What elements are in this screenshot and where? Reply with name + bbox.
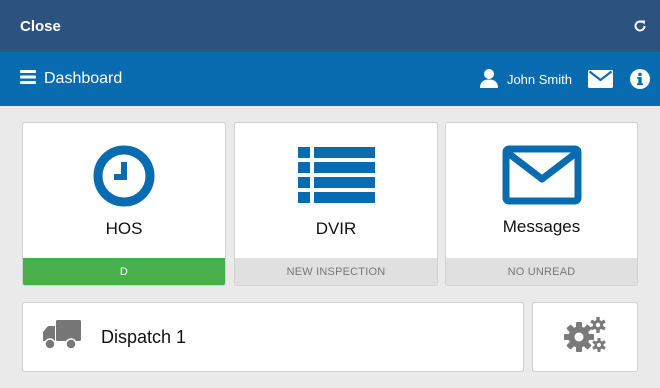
dispatch-label: Dispatch 1 xyxy=(101,326,187,347)
envelope-icon xyxy=(446,145,637,205)
tile-title: HOS xyxy=(105,219,143,238)
envelope-icon[interactable] xyxy=(588,70,613,88)
close-button[interactable]: Close xyxy=(20,18,61,35)
hamburger-icon[interactable] xyxy=(20,69,36,89)
hos-tile[interactable]: HOS D xyxy=(22,122,226,286)
messages-tile[interactable]: Messages NO UNREAD xyxy=(445,122,638,286)
user-menu[interactable]: John Smith xyxy=(479,68,572,91)
clock-icon xyxy=(23,145,225,207)
list-icon xyxy=(235,145,437,207)
dispatch-tile[interactable]: Dispatch 1 xyxy=(22,302,524,372)
truck-icon xyxy=(43,319,81,355)
tile-title: Messages xyxy=(502,217,581,236)
info-icon[interactable] xyxy=(630,69,650,89)
refresh-icon[interactable] xyxy=(632,18,648,34)
user-name: John Smith xyxy=(506,71,572,87)
hos-status: D xyxy=(23,258,225,285)
dvir-tile[interactable]: DVIR NEW INSPECTION xyxy=(234,122,438,286)
top-bar: Close xyxy=(0,0,660,52)
user-icon xyxy=(479,68,499,91)
gears-icon xyxy=(562,316,608,359)
messages-status: NO UNREAD xyxy=(446,258,637,285)
nav-bar: Dashboard John Smith xyxy=(0,52,660,106)
settings-tile[interactable] xyxy=(532,302,638,372)
tile-title: DVIR xyxy=(315,219,357,238)
page-title: Dashboard xyxy=(44,70,123,87)
dvir-status: NEW INSPECTION xyxy=(235,258,437,285)
dashboard-menu[interactable]: Dashboard xyxy=(20,69,123,89)
